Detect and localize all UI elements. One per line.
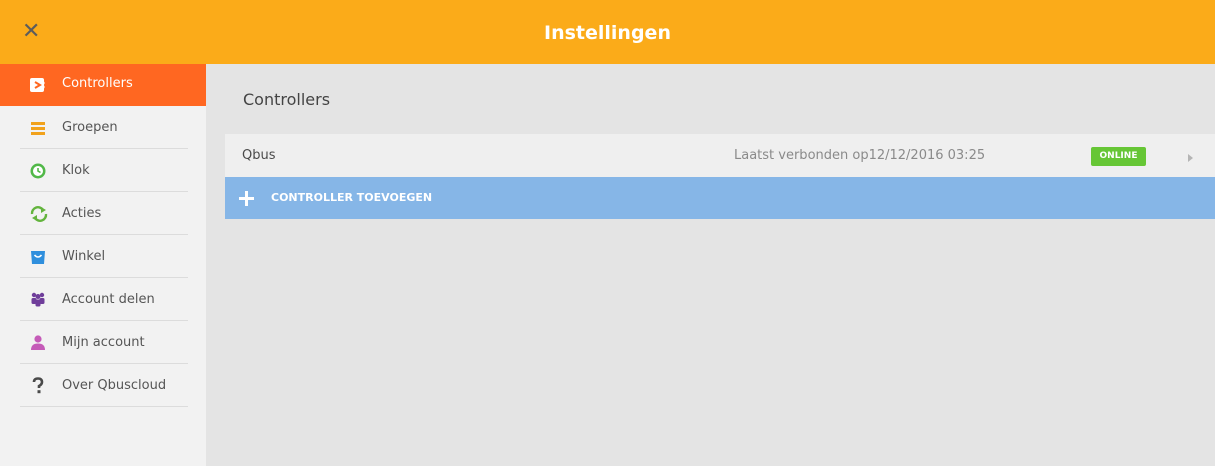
sidebar-item-label: Over Qbuscloud <box>62 378 167 393</box>
clock-icon <box>29 162 47 180</box>
divider <box>20 191 188 192</box>
sidebar-item-label: Mijn account <box>62 335 145 350</box>
user-icon <box>29 334 47 352</box>
sidebar-item-mijn-account[interactable]: Mijn account <box>0 322 206 364</box>
users-icon <box>29 291 47 309</box>
section-title: Controllers <box>243 90 331 109</box>
divider <box>20 406 188 407</box>
sidebar: Controllers Groepen Klok Acties Winkel A… <box>0 64 206 466</box>
shop-icon <box>29 248 47 266</box>
header-bar: ✕ Instellingen <box>0 0 1215 64</box>
sidebar-item-label: Groepen <box>62 120 118 135</box>
divider <box>20 148 188 149</box>
sidebar-item-controllers[interactable]: Controllers <box>0 64 206 106</box>
sidebar-item-label: Acties <box>62 206 102 221</box>
controller-name: Qbus <box>242 148 276 163</box>
last-connected-text: Laatst verbonden op12/12/2016 03:25 <box>734 148 986 163</box>
page-title: Instellingen <box>544 22 671 44</box>
divider <box>20 320 188 321</box>
sidebar-item-label: Account delen <box>62 292 155 307</box>
add-controller-button[interactable]: CONTROLLER TOEVOEGEN <box>225 177 1215 219</box>
divider <box>20 234 188 235</box>
sidebar-item-account-delen[interactable]: Account delen <box>0 279 206 321</box>
groups-icon <box>29 119 47 137</box>
sidebar-item-groepen[interactable]: Groepen <box>0 107 206 149</box>
add-controller-label: CONTROLLER TOEVOEGEN <box>271 191 433 204</box>
sidebar-item-winkel[interactable]: Winkel <box>0 236 206 278</box>
controller-row[interactable]: Qbus Laatst verbonden op12/12/2016 03:25… <box>225 134 1215 177</box>
controller-icon <box>29 76 47 94</box>
divider <box>20 277 188 278</box>
chevron-right-icon[interactable] <box>1187 149 1195 168</box>
plus-icon <box>238 190 255 207</box>
refresh-icon <box>29 205 48 223</box>
status-badge: ONLINE <box>1091 147 1146 166</box>
sidebar-item-over-qbuscloud[interactable]: Over Qbuscloud <box>0 365 206 407</box>
sidebar-item-label: Klok <box>62 163 90 178</box>
divider <box>20 363 188 364</box>
sidebar-item-klok[interactable]: Klok <box>0 150 206 192</box>
sidebar-item-label: Winkel <box>62 249 106 264</box>
sidebar-item-acties[interactable]: Acties <box>0 193 206 235</box>
sidebar-item-label: Controllers <box>62 76 133 91</box>
question-icon <box>29 377 47 395</box>
